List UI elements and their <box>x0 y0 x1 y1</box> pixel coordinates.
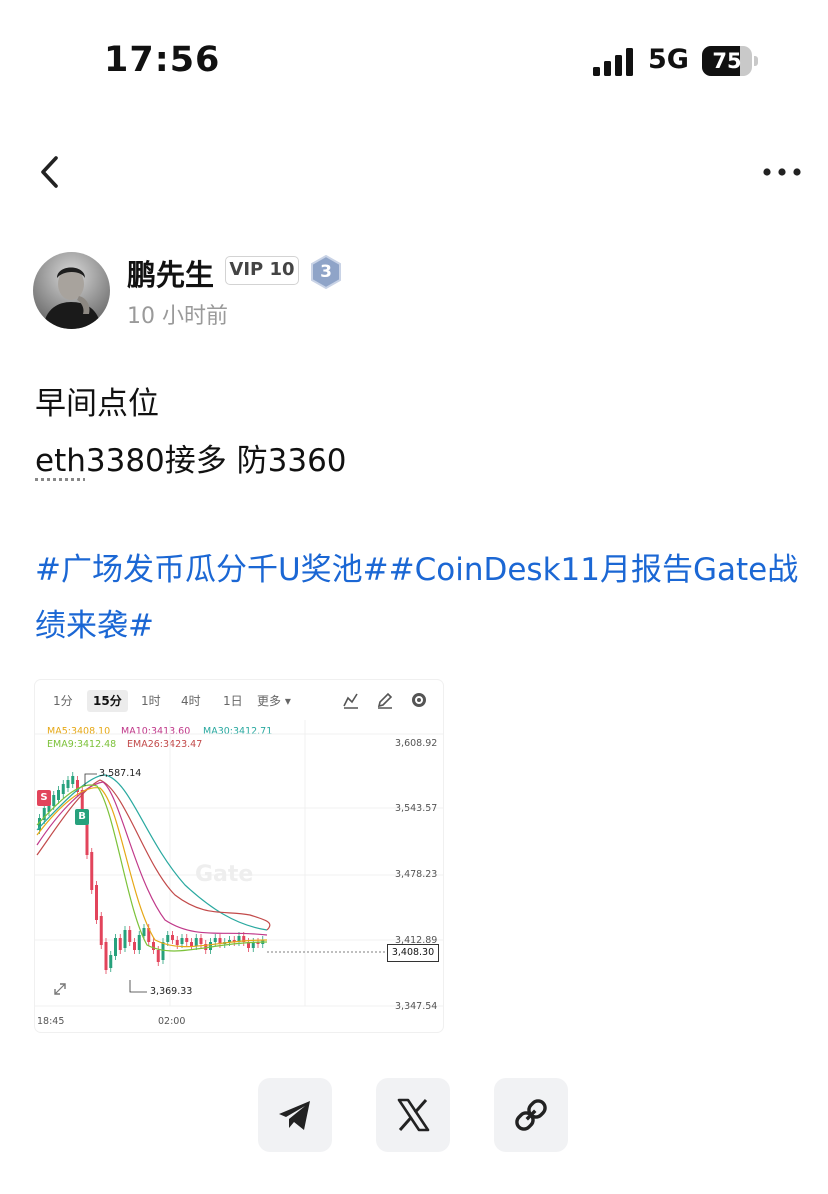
candle-body <box>185 938 189 942</box>
share-telegram-button[interactable] <box>258 1078 332 1152</box>
post-text-line-1: 早间点位 <box>35 386 159 422</box>
candle-body <box>133 942 136 950</box>
candle-body <box>156 950 160 962</box>
chart-image[interactable]: 1分 15分 1时 4时 1日 更多 ▾ MA5:3408.10 MA10:34… <box>35 680 443 1032</box>
post-time: 10 小时前 <box>127 304 228 329</box>
low-label: 3,369.33 <box>150 986 193 997</box>
avatar[interactable] <box>33 252 110 329</box>
eth-link[interactable]: eth <box>35 443 86 479</box>
candle-body <box>52 795 56 806</box>
candle-body <box>109 955 113 968</box>
y-tick: 3,347.54 <box>395 1001 438 1012</box>
hashtag-links[interactable]: #广场发币瓜分千U奖池##CoinDesk11月报告Gate战绩来袭# <box>35 542 805 654</box>
x-tick: 02:00 <box>158 1016 186 1027</box>
candle-body <box>61 784 65 794</box>
candle-body <box>104 942 108 970</box>
y-tick: 3,478.23 <box>395 869 438 880</box>
telegram-icon <box>279 1101 310 1130</box>
share-link-button[interactable] <box>494 1078 568 1152</box>
signal-icon <box>593 48 633 76</box>
battery-icon: 75 <box>702 46 758 76</box>
y-tick: 3,543.57 <box>395 803 438 814</box>
candle-body <box>99 916 103 945</box>
battery-percent: 75 <box>712 49 742 73</box>
candle-body <box>118 938 122 950</box>
candle-body <box>228 940 231 942</box>
candle-body <box>213 938 217 942</box>
candle-body <box>175 940 179 945</box>
sell-marker: S <box>37 790 51 806</box>
candle-body <box>90 852 94 890</box>
candle-body <box>66 780 70 788</box>
y-tick: 3,608.92 <box>395 738 438 749</box>
candle-body <box>166 935 170 942</box>
candle-body <box>194 938 198 946</box>
status-time: 17:56 <box>104 40 221 80</box>
candle-body <box>161 942 165 960</box>
post-text-line-2-rest: 3380接多 防3360 <box>85 443 347 479</box>
network-label: 5G <box>648 44 689 75</box>
candle-body <box>142 928 146 936</box>
level-badge: 3 <box>310 254 342 290</box>
candle-body <box>123 930 127 948</box>
candle-body <box>180 938 184 944</box>
candle-body <box>199 938 203 944</box>
candle-body <box>128 930 132 942</box>
vip-badge: VIP 10 <box>225 256 299 285</box>
more-horizontal-icon[interactable] <box>762 164 802 180</box>
share-x-button[interactable] <box>376 1078 450 1152</box>
candle-body <box>57 790 60 800</box>
candle-body <box>209 942 212 950</box>
candle-body <box>114 938 117 956</box>
level-number: 3 <box>320 262 332 282</box>
candle-body <box>71 776 75 784</box>
candlestick-chart <box>35 720 443 1007</box>
x-icon <box>397 1098 430 1132</box>
x-tick: 18:45 <box>37 1016 65 1027</box>
candle-body <box>95 885 98 920</box>
current-price-tag: 3,408.30 <box>387 944 439 962</box>
chevron-left-icon[interactable] <box>36 152 66 192</box>
link-icon <box>515 1099 547 1131</box>
candle-body <box>190 942 193 946</box>
candle-body <box>137 935 141 950</box>
expand-icon <box>54 983 66 995</box>
candle-body <box>171 935 174 940</box>
post-text-line-2: eth3380接多 防3360 <box>35 435 347 480</box>
high-label: 3,587.14 <box>99 768 142 779</box>
buy-marker: B <box>75 809 89 825</box>
gate-watermark: Gate <box>195 862 254 887</box>
author-name[interactable]: 鹏先生 <box>127 252 214 294</box>
